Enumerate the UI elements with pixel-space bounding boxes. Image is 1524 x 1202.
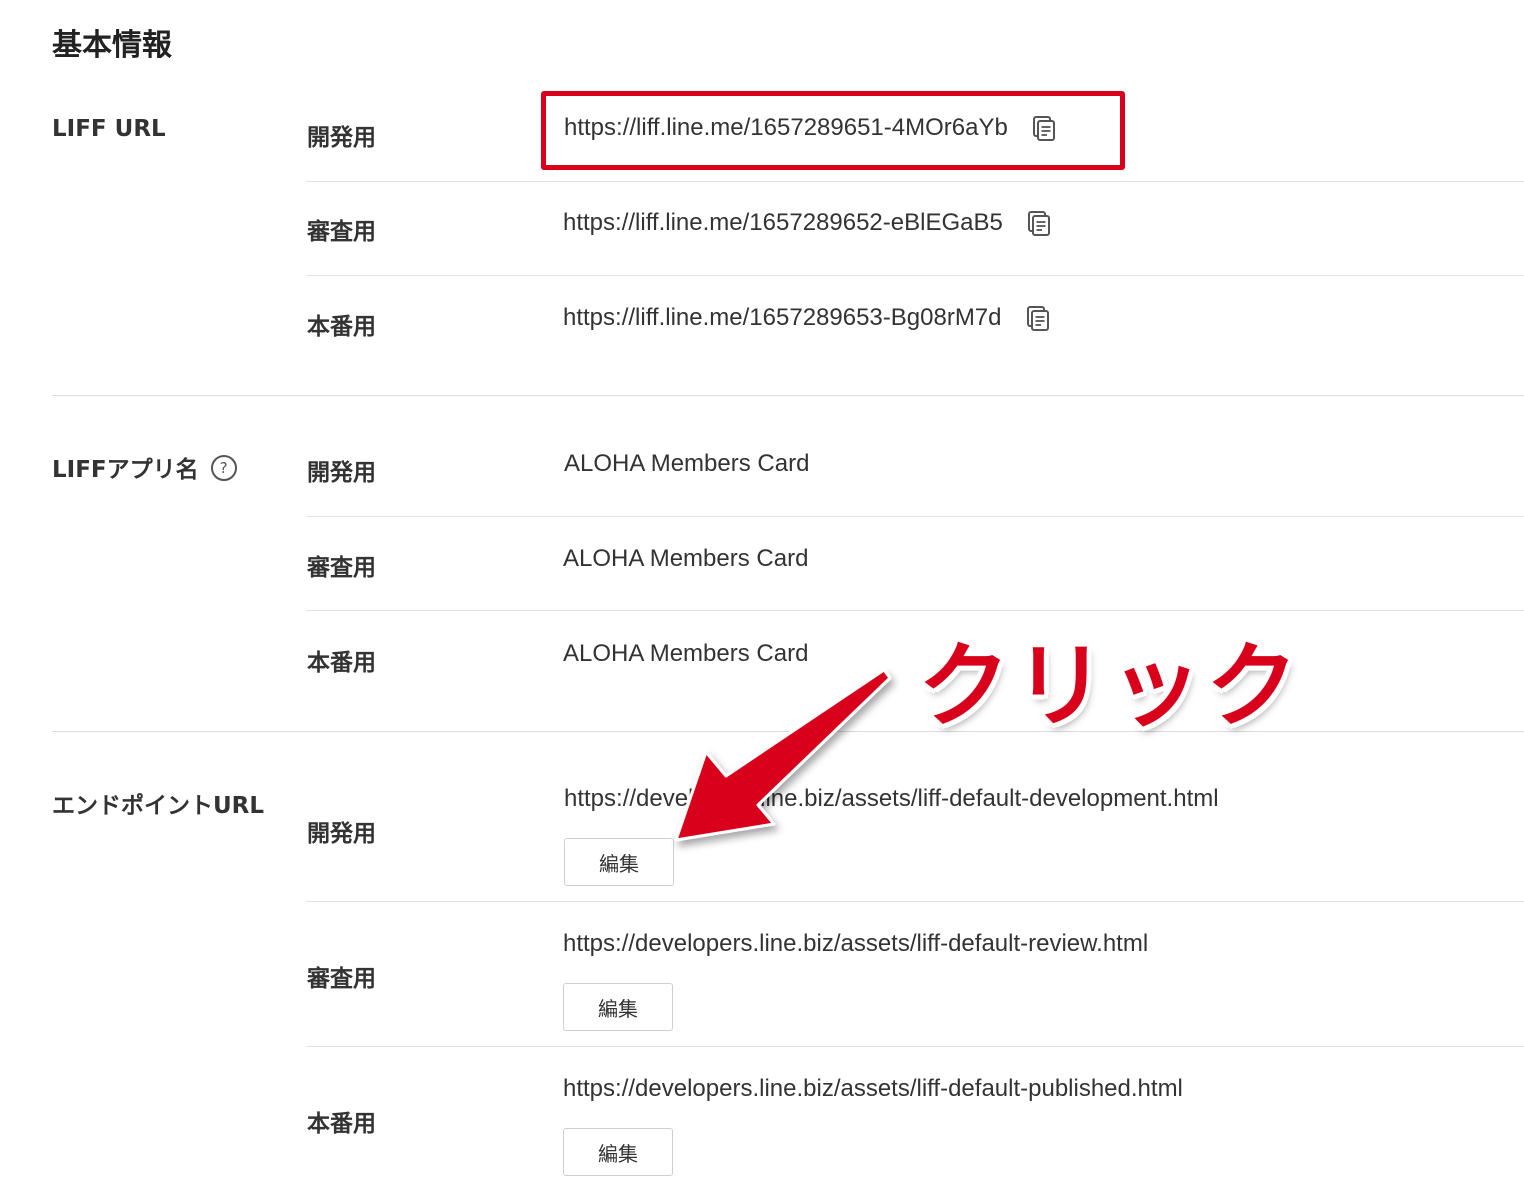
section-label-liff-url: LIFF URL <box>52 116 166 142</box>
row-divider <box>306 516 1524 517</box>
section-divider <box>52 395 1524 396</box>
endpoint-url-prod-value: https://developers.line.biz/assets/liff-… <box>563 1075 1183 1102</box>
row-label-dev: 開発用 <box>307 821 376 847</box>
copy-icon[interactable] <box>1027 210 1051 236</box>
liff-url-prod-value: https://liff.line.me/1657289653-Bg08rM7d <box>563 304 1002 331</box>
arrow-shape <box>674 668 892 842</box>
row-label-review: 審査用 <box>307 966 376 992</box>
app-name-prod-value: ALOHA Members Card <box>563 640 809 667</box>
liff-url-dev: https://liff.line.me/1657289651-4MOr6aYb <box>564 114 1056 142</box>
app-name-review-value: ALOHA Members Card <box>563 545 809 572</box>
row-label-prod: 本番用 <box>307 650 376 676</box>
row-label-prod: 本番用 <box>307 1111 376 1137</box>
copy-icon[interactable] <box>1032 115 1056 141</box>
app-name-dev-value: ALOHA Members Card <box>564 450 810 477</box>
liff-url-dev-value: https://liff.line.me/1657289651-4MOr6aYb <box>564 114 1008 141</box>
edit-button-review[interactable]: 編集 <box>563 983 673 1031</box>
row-divider <box>306 610 1524 611</box>
liff-url-review-value: https://liff.line.me/1657289652-eBlEGaB5 <box>563 209 1003 236</box>
section-divider <box>52 731 1524 732</box>
liff-url-review: https://liff.line.me/1657289652-eBlEGaB5 <box>563 209 1051 237</box>
endpoint-url-review-value: https://developers.line.biz/assets/liff-… <box>563 930 1149 957</box>
section-label-liff-app-name: LIFFアプリ名? <box>52 450 237 484</box>
row-label-dev: 開発用 <box>307 125 376 151</box>
help-icon[interactable]: ? <box>210 454 237 481</box>
row-label-dev: 開発用 <box>307 460 376 486</box>
row-divider <box>306 181 1524 182</box>
row-divider <box>306 1046 1524 1047</box>
copy-icon[interactable] <box>1026 305 1050 331</box>
page-title: 基本情報 <box>52 28 172 63</box>
liff-url-prod: https://liff.line.me/1657289653-Bg08rM7d <box>563 304 1050 332</box>
row-label-prod: 本番用 <box>307 314 376 340</box>
annotation-arrow <box>674 668 892 842</box>
edit-button-dev[interactable]: 編集 <box>564 838 674 886</box>
annotation-click-label: クリック <box>918 633 1303 740</box>
section-label-endpoint-url: エンドポイントURL <box>52 793 265 819</box>
row-divider <box>306 275 1524 276</box>
endpoint-url-dev-value: https://developers.line.biz/assets/liff-… <box>564 785 1219 812</box>
row-label-review: 審査用 <box>307 219 376 245</box>
row-divider <box>306 901 1524 902</box>
section-label-text: LIFFアプリ名 <box>52 457 199 483</box>
edit-button-prod[interactable]: 編集 <box>563 1128 673 1176</box>
row-label-review: 審査用 <box>307 555 376 581</box>
